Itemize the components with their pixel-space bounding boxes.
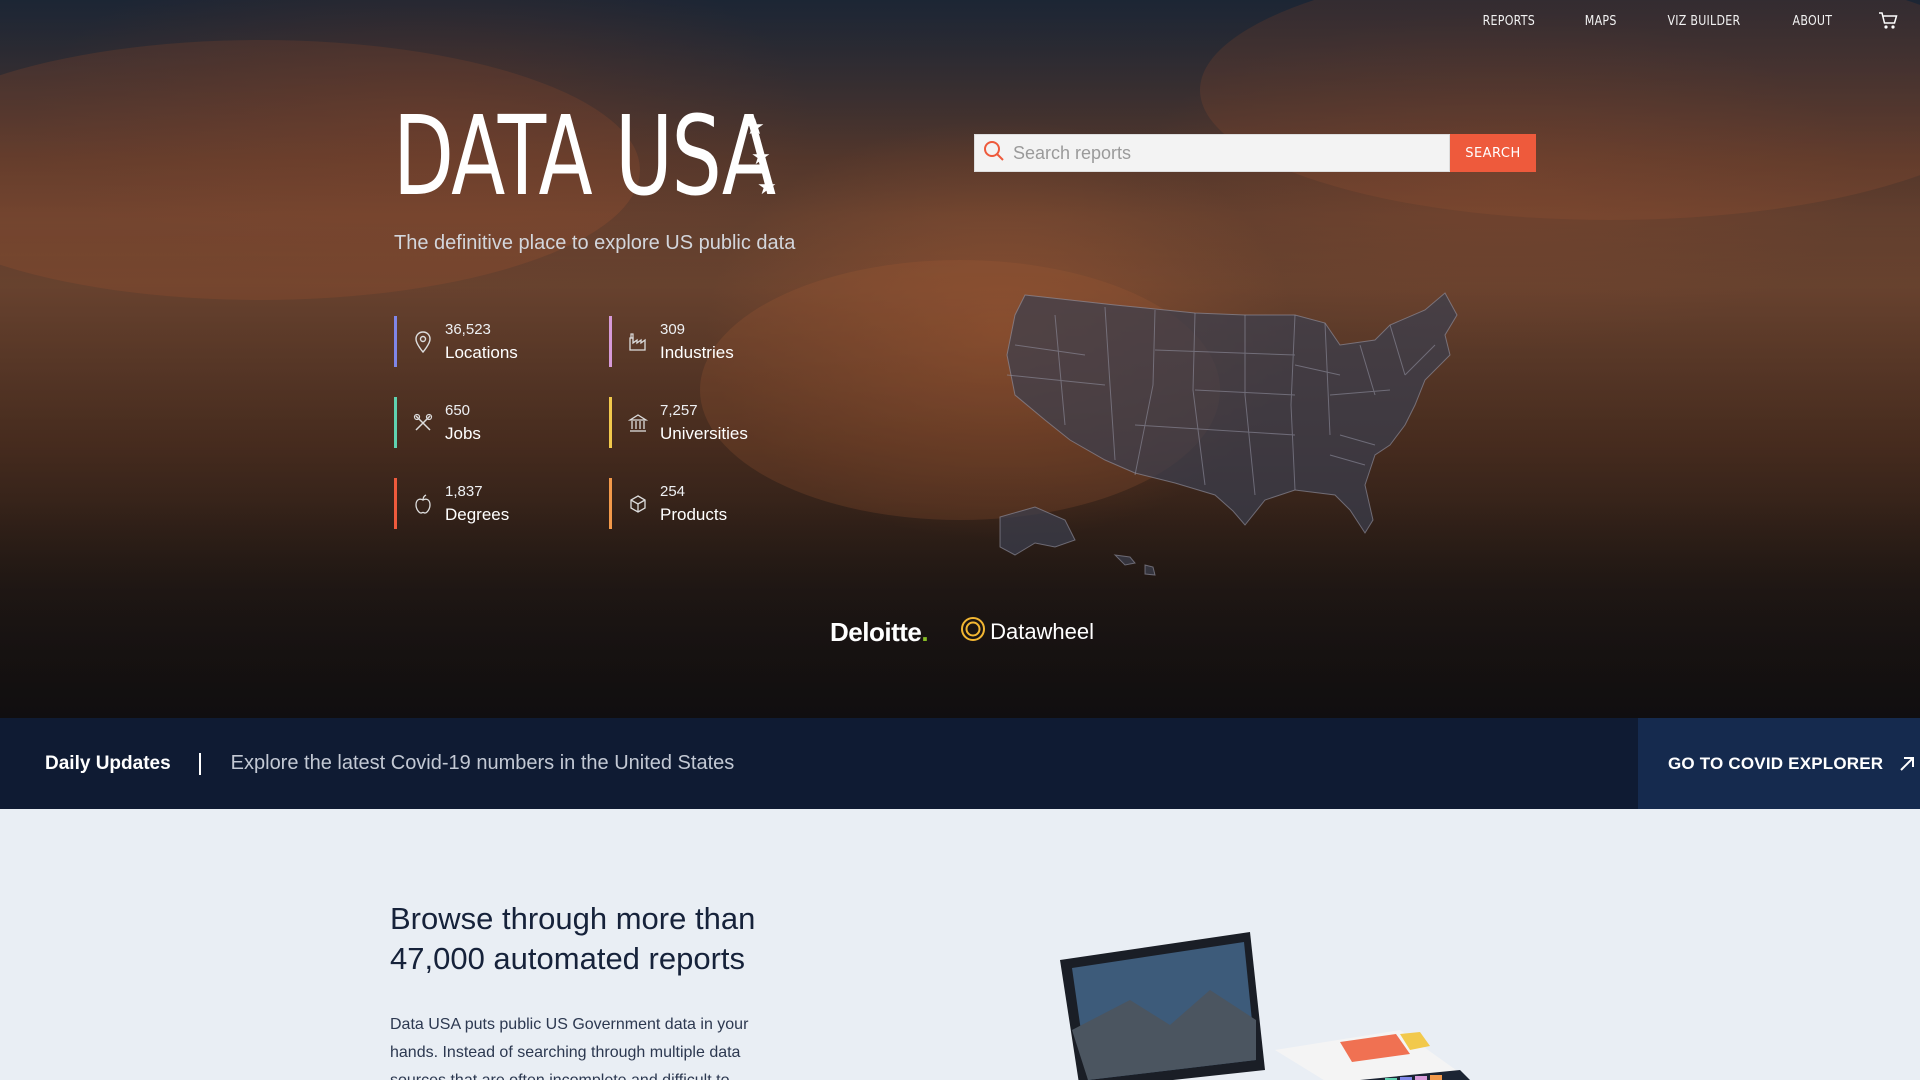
stat-products[interactable]: 254 Products [609,478,824,529]
partners-logos: Deloitte. Datawheel [830,616,1094,648]
covid-title: Daily Updates [45,752,201,775]
stat-label: Jobs [445,423,481,443]
package-icon [626,492,650,516]
browse-heading: Browse through more than 47,000 automate… [390,901,756,976]
arrow-up-right-icon [1900,756,1915,771]
search-button[interactable]: SEARCH [1450,134,1536,172]
data-usa-logo[interactable]: DATA USA ★ ★ ★ [393,92,923,220]
tagline: The definitive place to explore US publi… [394,232,796,254]
stat-number: 7,257 [660,401,698,419]
datawheel-logo[interactable]: Datawheel [960,616,1094,648]
covid-button-label: GO TO COVID EXPLORER [1668,753,1884,773]
stat-label: Universities [660,423,748,443]
nav-reports[interactable]: REPORTS [1483,14,1535,29]
stat-label: Industries [660,342,734,362]
canyon-ridge [1200,0,1920,220]
device-mockup-image [1060,932,1470,1080]
search-field-wrapper [974,134,1450,172]
covid-text: Explore the latest Covid-19 numbers in t… [230,752,735,774]
stat-locations[interactable]: 36,523 Locations [394,316,609,367]
covid-explorer-button[interactable]: GO TO COVID EXPLORER [1638,718,1920,809]
search-input[interactable] [1005,142,1449,164]
deloitte-wordmark: Deloitte [830,616,922,647]
datawheel-icon [960,616,986,648]
nav-about[interactable]: ABOUT [1793,14,1833,29]
stat-number: 650 [445,401,471,419]
stats-grid: 36,523 Locations 309 Industries 650 Jobs [394,316,814,529]
top-nav: REPORTS MAPS VIZ BUILDER ABOUT [1478,12,1898,30]
hero-section: REPORTS MAPS VIZ BUILDER ABOUT DATA USA … [0,0,1920,718]
stat-label: Locations [445,342,518,362]
university-icon [626,411,650,435]
us-map[interactable] [995,285,1495,590]
stat-label: Products [660,504,728,524]
stat-number: 254 [660,482,686,500]
cart-icon[interactable] [1878,12,1898,30]
deloitte-logo[interactable]: Deloitte. [830,616,929,648]
stat-jobs[interactable]: 650 Jobs [394,397,609,448]
stat-number: 36,523 [445,320,491,338]
stat-universities[interactable]: 7,257 Universities [609,397,824,448]
apple-icon [411,492,435,516]
covid-banner: Daily Updates Explore the latest Covid-1… [0,718,1920,809]
tools-icon [411,411,435,435]
factory-icon [626,330,650,354]
stat-label: Degrees [445,504,510,524]
stat-number: 1,837 [445,482,483,500]
search-icon [983,140,1005,167]
datawheel-wordmark: Datawheel [990,619,1095,644]
stat-number: 309 [660,320,686,338]
browse-section: Browse through more than 47,000 automate… [0,809,1920,1080]
nav-maps[interactable]: MAPS [1585,14,1617,29]
logo-text: DATA USA [393,92,776,220]
browse-body: Data USA puts public US Government data … [390,1016,749,1080]
stat-industries[interactable]: 309 Industries [609,316,824,367]
logo-stars-icon: ★ ★ ★ [745,114,777,199]
stat-degrees[interactable]: 1,837 Degrees [394,478,609,529]
location-pin-icon [411,330,435,354]
search-bar: SEARCH [974,134,1536,172]
nav-viz-builder[interactable]: VIZ BUILDER [1668,14,1741,29]
